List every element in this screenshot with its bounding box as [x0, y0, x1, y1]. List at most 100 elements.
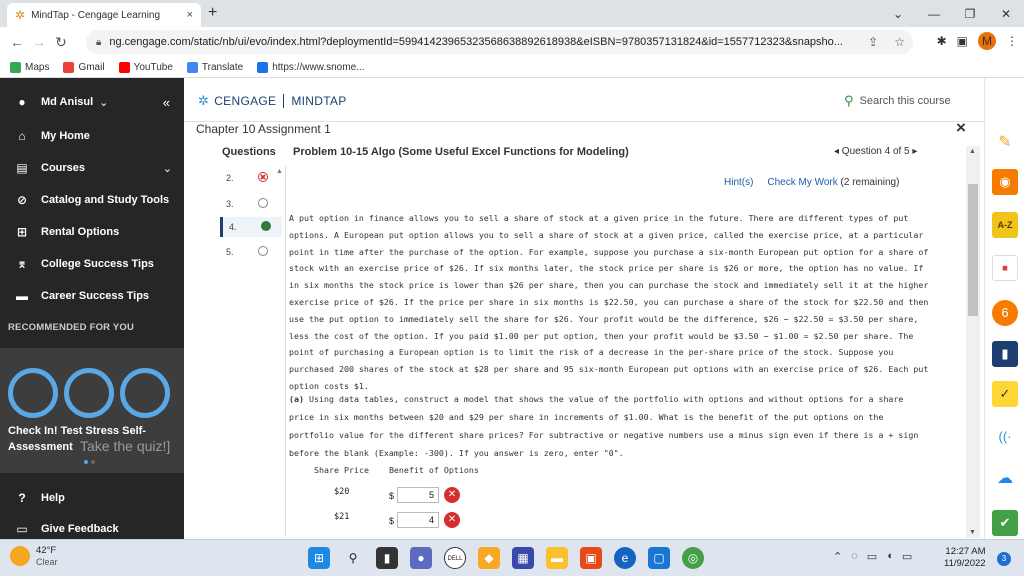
- carousel-dot[interactable]: [91, 460, 95, 464]
- dictionary-a-z-icon[interactable]: A-Z: [992, 212, 1018, 238]
- notes-icon[interactable]: ✓: [992, 381, 1018, 407]
- scroll-down-icon[interactable]: ▼: [969, 529, 976, 536]
- hints-link[interactable]: Hint(s): [724, 177, 753, 188]
- scrollbar-thumb[interactable]: [968, 184, 978, 316]
- bookmark-gmail[interactable]: Gmail: [63, 61, 105, 73]
- sidebar-help[interactable]: ? Help: [0, 488, 184, 508]
- restore-icon[interactable]: ❐: [952, 7, 988, 21]
- cloud-icon[interactable]: ☁: [992, 466, 1018, 492]
- app-icon[interactable]: ◆: [478, 547, 500, 569]
- sidebar-item-my-home[interactable]: ⌂ My Home: [0, 126, 184, 146]
- teams-chat-icon[interactable]: ●: [410, 547, 432, 569]
- clock-time: 12:27 AM: [945, 546, 986, 557]
- bookmark-star-icon[interactable]: ☆: [894, 35, 905, 49]
- bookmark-snome[interactable]: https://www.snome...: [257, 61, 364, 73]
- notification-badge[interactable]: 3: [997, 552, 1011, 566]
- bookmark-youtube[interactable]: YouTube: [118, 61, 173, 73]
- incorrect-icon: ✖: [258, 172, 268, 182]
- check-app-icon[interactable]: ✔: [992, 510, 1018, 536]
- address-bar-row: ← → ↻ 🔒︎ ng.cengage.com/static/nb/ui/evo…: [0, 27, 1024, 57]
- cengage-mindtap-logo[interactable]: ✲ CENGAGE MINDTAP: [198, 93, 347, 109]
- network-icon[interactable]: ▭: [867, 550, 877, 563]
- bookmark-translate[interactable]: Translate: [186, 61, 244, 73]
- file-explorer-icon[interactable]: ▬: [546, 547, 568, 569]
- question-item-4[interactable]: 4.: [220, 217, 282, 237]
- question-item-3[interactable]: 3.: [220, 194, 282, 214]
- window-close-icon[interactable]: ✕: [988, 7, 1024, 21]
- benefit-input[interactable]: 4: [397, 512, 439, 528]
- store-icon[interactable]: ▦: [512, 547, 534, 569]
- notebook-icon[interactable]: ▮: [992, 341, 1018, 367]
- brand-divider: [283, 94, 285, 108]
- column-header-share-price: Share Price: [314, 465, 369, 475]
- cengage-logo-icon: ✲: [198, 93, 210, 108]
- close-assignment-button[interactable]: ×: [956, 118, 966, 138]
- reload-icon[interactable]: ↻: [50, 34, 72, 51]
- pencil-icon[interactable]: ✎: [992, 130, 1018, 156]
- scroll-up-icon[interactable]: ▲: [969, 148, 976, 155]
- extensions-puzzle-icon[interactable]: ✱: [937, 34, 947, 48]
- sidebar-item-career-tips[interactable]: ▬ Career Success Tips: [0, 286, 184, 306]
- bookmark-maps[interactable]: Maps: [10, 61, 49, 73]
- clock[interactable]: 12:27 AM 11/9/2022: [944, 546, 986, 570]
- promo-cta[interactable]: Take the quiz!]: [80, 438, 170, 454]
- dell-icon[interactable]: DELL: [444, 547, 466, 569]
- sidepanel-icon[interactable]: ▣: [957, 34, 968, 48]
- task-view-icon[interactable]: ▮: [376, 547, 398, 569]
- benefit-input[interactable]: 5: [397, 487, 439, 503]
- back-arrow-icon[interactable]: ←: [6, 34, 28, 50]
- office-icon[interactable]: ◼: [992, 255, 1018, 281]
- chevron-up-icon[interactable]: ⌃: [833, 550, 842, 563]
- user-menu[interactable]: ● Md Anisul ⌄ «: [0, 92, 184, 112]
- windows-start-icon[interactable]: ⊞: [308, 547, 330, 569]
- share-icon[interactable]: ⇪: [868, 35, 878, 49]
- chrome-icon[interactable]: ◎: [682, 547, 704, 569]
- unanswered-circle-icon: [258, 198, 268, 208]
- lock-icon[interactable]: 🔒︎: [96, 37, 101, 48]
- circle-icon: [64, 368, 114, 418]
- question-item-5[interactable]: 5.: [220, 242, 282, 262]
- question-navigator[interactable]: ◂ Question 4 of 5 ▸: [834, 146, 917, 157]
- read-aloud-icon[interactable]: ((·: [992, 424, 1018, 450]
- sidebar-item-label: Catalog and Study Tools: [41, 194, 170, 206]
- sidebar-item-college-tips[interactable]: ⌆ College Success Tips: [0, 254, 184, 274]
- carousel-dot[interactable]: [84, 460, 88, 464]
- onedrive-icon[interactable]: ◌: [851, 550, 858, 563]
- tab-search-icon[interactable]: ⌄: [880, 7, 916, 21]
- browser-tab[interactable]: ✲ MindTap - Cengage Learning ×: [7, 3, 201, 27]
- course-search[interactable]: ⚲ Search this course: [844, 93, 951, 109]
- recommended-promo-card[interactable]: Check In! Test Stress Self-Assessment Ta…: [0, 348, 184, 473]
- new-tab-button[interactable]: +: [208, 4, 217, 22]
- carousel-dots[interactable]: [84, 460, 95, 464]
- photos-icon[interactable]: ▣: [580, 547, 602, 569]
- edge-icon[interactable]: e: [614, 547, 636, 569]
- url-text[interactable]: ng.cengage.com/static/nb/ui/evo/index.ht…: [109, 36, 860, 48]
- sidebar-item-label: College Success Tips: [41, 258, 154, 270]
- question-item-2[interactable]: 2. ✖: [220, 168, 282, 188]
- question-list-scroll-up-icon[interactable]: ▲: [276, 168, 283, 175]
- forward-arrow-icon[interactable]: →: [28, 34, 50, 50]
- sidebar-item-courses[interactable]: ▤ Courses ⌄: [0, 158, 184, 178]
- circle-icon: [120, 368, 170, 418]
- app-icon[interactable]: ▢: [648, 547, 670, 569]
- incorrect-x-icon: ✕: [444, 487, 460, 503]
- collapse-sidebar-icon[interactable]: «: [163, 95, 170, 110]
- content-scrollbar[interactable]: ▲ ▼: [966, 146, 980, 538]
- minimize-icon[interactable]: —: [916, 7, 952, 21]
- volume-icon[interactable]: ◖: [886, 550, 893, 563]
- omnibox[interactable]: 🔒︎ ng.cengage.com/static/nb/ui/evo/index…: [86, 30, 913, 54]
- search-icon[interactable]: ⚲: [342, 547, 364, 569]
- check-circle-icon: [8, 368, 58, 418]
- counter-icon[interactable]: 6: [992, 300, 1018, 326]
- sidebar-item-rental[interactable]: ⊞ Rental Options: [0, 222, 184, 242]
- profile-avatar[interactable]: M: [978, 32, 996, 50]
- weather-widget[interactable]: 42°F Clear: [10, 545, 58, 567]
- rss-icon[interactable]: ◉: [992, 169, 1018, 195]
- sidebar-give-feedback[interactable]: ▭ Give Feedback: [0, 519, 184, 539]
- battery-icon[interactable]: ▭: [902, 550, 912, 563]
- check-my-work-link[interactable]: Check My Work: [767, 177, 837, 188]
- tab-close-icon[interactable]: ×: [187, 9, 193, 21]
- bookmark-label: Translate: [201, 61, 244, 73]
- sidebar-item-catalog[interactable]: ⊘ Catalog and Study Tools: [0, 190, 184, 210]
- chrome-menu-icon[interactable]: ⋮: [1006, 34, 1018, 48]
